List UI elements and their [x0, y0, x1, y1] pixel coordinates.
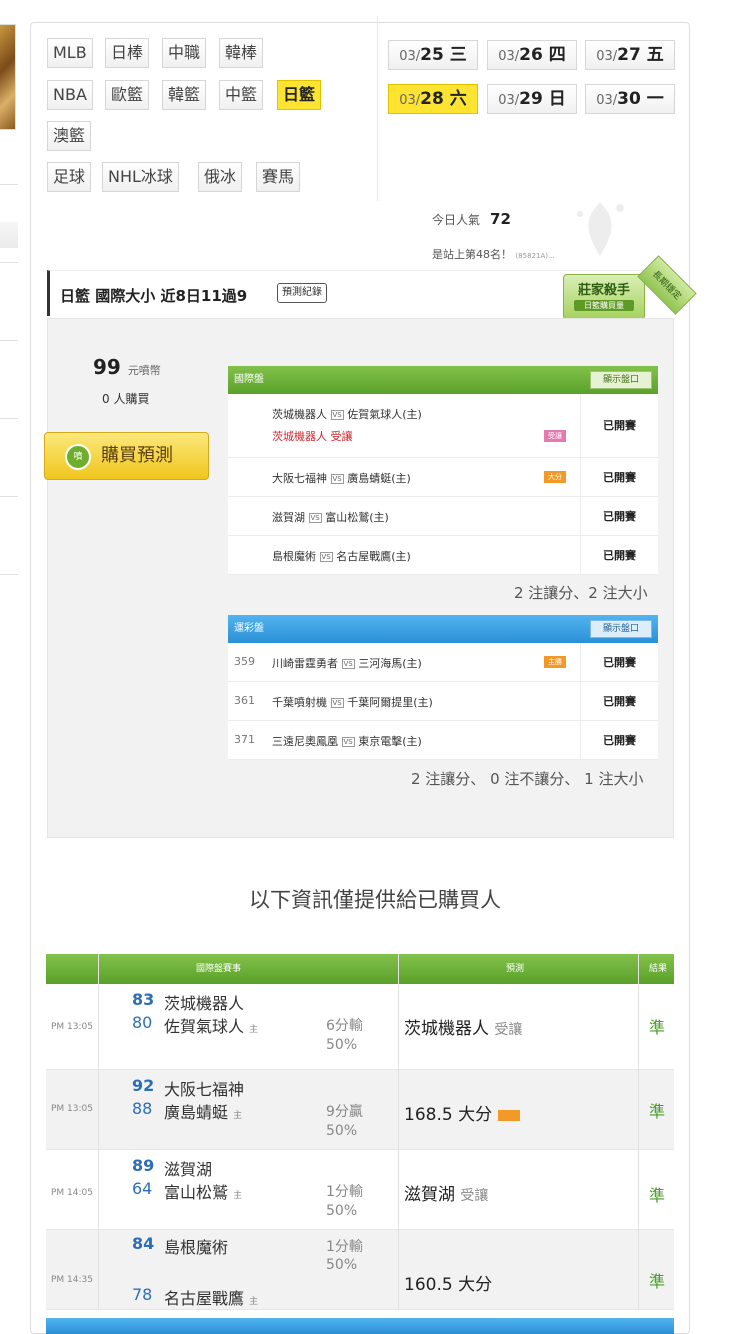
game-status: 已開賽	[580, 394, 658, 457]
game-status: 已開賽	[580, 682, 658, 720]
home-win-tag: 主勝	[544, 656, 566, 668]
thumbnail-image[interactable]	[0, 24, 16, 130]
column-divider	[377, 16, 378, 201]
table-row: PM 14:05 89 滋賀湖 64 富山松鷲 主 1分輸 50% 滋賀湖 受讓…	[46, 1150, 674, 1230]
table-row: 361 千葉噴射機 VS 千葉阿爾提里(主) 已開賽	[228, 682, 658, 721]
price: 99 元噴幣	[93, 355, 161, 379]
table-row: 島根魔術 VS 名古屋戰鷹(主) 已開賽	[228, 536, 658, 575]
side-menu-block[interactable]	[0, 222, 18, 248]
handicap-tag: 受讓	[544, 430, 566, 442]
table-row: 滋賀湖 VS 富山松鷲(主) 已開賽	[228, 497, 658, 536]
divider	[398, 954, 399, 1310]
purchased-predictions-table: 國際盤賽事 預測 結果 PM 13:05 83 茨城機器人 80 佐賀氣球人 主…	[46, 954, 674, 1310]
league-soccer[interactable]: 足球	[47, 162, 92, 192]
vs-icon: VS	[319, 552, 333, 562]
show-odds-button[interactable]: 顯示盤口	[590, 620, 652, 638]
buyer-count: 0 人購買	[102, 392, 150, 406]
game-status: 已開賽	[580, 497, 658, 535]
prediction-record-button[interactable]: 預測紀錄	[277, 283, 327, 303]
vs-icon: VS	[341, 737, 355, 747]
divider	[98, 954, 99, 1310]
bookie-killer-badge: 莊家殺手 日籃購買量	[563, 274, 645, 320]
intl-odds-table: 國際盤 顯示盤口 茨城機器人 VS 佐賀氣球人(主) 茨城機器人 受讓 受讓 已…	[228, 366, 658, 575]
result-mark: 準	[649, 1018, 666, 1037]
league-aus-basketball[interactable]: 澳籃	[47, 121, 92, 151]
divider	[0, 184, 18, 185]
sparkle-decoration-icon	[577, 202, 624, 256]
vs-icon: VS	[330, 698, 344, 708]
game-status: 已開賽	[580, 536, 658, 574]
divider	[638, 954, 639, 1310]
lottery-table-header: 運彩盤 顯示盤口	[228, 615, 658, 643]
date-tab-0329[interactable]: 03/29 日	[487, 84, 577, 114]
sports-lottery-table: 運彩盤 顯示盤口 359 川崎雷霆勇者 VS 三河海馬(主) 主勝 已開賽 36…	[228, 615, 658, 760]
league-japan-basketball[interactable]: 日籃	[277, 80, 322, 110]
league-mlb[interactable]: MLB	[47, 38, 93, 68]
date-tab-0328[interactable]: 03/28 六	[388, 84, 478, 114]
date-tab-0327[interactable]: 03/27 五	[585, 40, 675, 70]
table-row: 茨城機器人 VS 佐賀氣球人(主) 茨城機器人 受讓 受讓 已開賽	[228, 394, 658, 458]
vs-icon: VS	[330, 410, 344, 420]
popularity-value: 72	[490, 210, 511, 228]
game-status: 已開賽	[580, 721, 658, 759]
buy-prediction-button[interactable]: 噴 購買預測	[44, 432, 209, 480]
league-nba[interactable]: NBA	[47, 80, 93, 110]
league-npb[interactable]: 日棒	[105, 38, 150, 68]
coin-icon: 噴	[65, 444, 91, 470]
divider	[0, 574, 18, 575]
table-row: 371 三遠尼奧鳳凰 VS 東京電擊(主) 已開賽	[228, 721, 658, 760]
league-khl[interactable]: 俄冰	[198, 162, 243, 192]
result-mark: 準	[649, 1186, 666, 1205]
home-mark: 主	[249, 1025, 259, 1035]
purchased-table-header: 國際盤賽事 預測 結果	[46, 954, 674, 984]
result-mark: 準	[649, 1102, 666, 1121]
table-row: 大阪七福神 VS 廣島蜻蜓(主) 大分 已開賽	[228, 458, 658, 497]
over-tag: 大分	[544, 471, 566, 483]
league-horse-racing[interactable]: 賽馬	[256, 162, 301, 192]
vs-icon: VS	[341, 659, 355, 669]
next-table-header	[46, 1318, 674, 1334]
site-rank: 是站上第48名！ (85821A)...	[432, 248, 555, 261]
date-tab-0326[interactable]: 03/26 四	[487, 40, 577, 70]
league-nhl[interactable]: NHL冰球	[102, 162, 179, 192]
left-edge-strip	[0, 0, 18, 1334]
league-korea-basketball[interactable]: 韓籃	[162, 80, 207, 110]
table-row: PM 14:35 84 島根魔術 78 名古屋戰鷹 主 1分輸 50% 160.…	[46, 1230, 674, 1310]
table-row: 359 川崎雷霆勇者 VS 三河海馬(主) 主勝 已開賽	[228, 643, 658, 682]
divider	[0, 418, 18, 419]
game-status: 已開賽	[580, 458, 658, 496]
home-mark: 主	[249, 1297, 259, 1307]
intl-summary: 2 注讓分、2 注大小	[514, 584, 648, 602]
result-mark: 準	[649, 1272, 666, 1291]
date-tab-0330[interactable]: 03/30 一	[585, 84, 675, 114]
league-china-basketball[interactable]: 中籃	[219, 80, 264, 110]
table-row: PM 13:05 83 茨城機器人 80 佐賀氣球人 主 6分輸 50% 茨城機…	[46, 984, 674, 1070]
date-tab-0325[interactable]: 03/25 三	[388, 40, 478, 70]
today-popularity: 今日人氣 72	[432, 210, 511, 228]
purchaser-only-notice: 以下資訊僅提供給已購買人	[249, 888, 501, 912]
vs-icon: VS	[330, 474, 344, 484]
home-mark: 主	[233, 1191, 243, 1201]
home-mark: 主	[233, 1111, 243, 1121]
vs-icon: VS	[308, 513, 322, 523]
expert-title: 日籃 國際大小 近8日11過9	[60, 287, 248, 305]
pick-text: 茨城機器人 受讓	[272, 430, 353, 443]
game-status: 已開賽	[580, 643, 658, 681]
league-euro-basketball[interactable]: 歐籃	[105, 80, 150, 110]
show-odds-button[interactable]: 顯示盤口	[590, 371, 652, 389]
lottery-summary: 2 注讓分、 0 注不讓分、 1 注大小	[411, 770, 644, 788]
intl-table-header: 國際盤 顯示盤口	[228, 366, 658, 394]
league-cpbl[interactable]: 中職	[162, 38, 207, 68]
table-row: PM 13:05 92 大阪七福神 88 廣島蜻蜓 主 9分贏 50% 168.…	[46, 1070, 674, 1150]
divider	[0, 262, 18, 263]
divider	[0, 340, 18, 341]
divider	[0, 496, 18, 497]
over-tag-icon	[498, 1109, 521, 1121]
league-kbo[interactable]: 韓棒	[219, 38, 264, 68]
